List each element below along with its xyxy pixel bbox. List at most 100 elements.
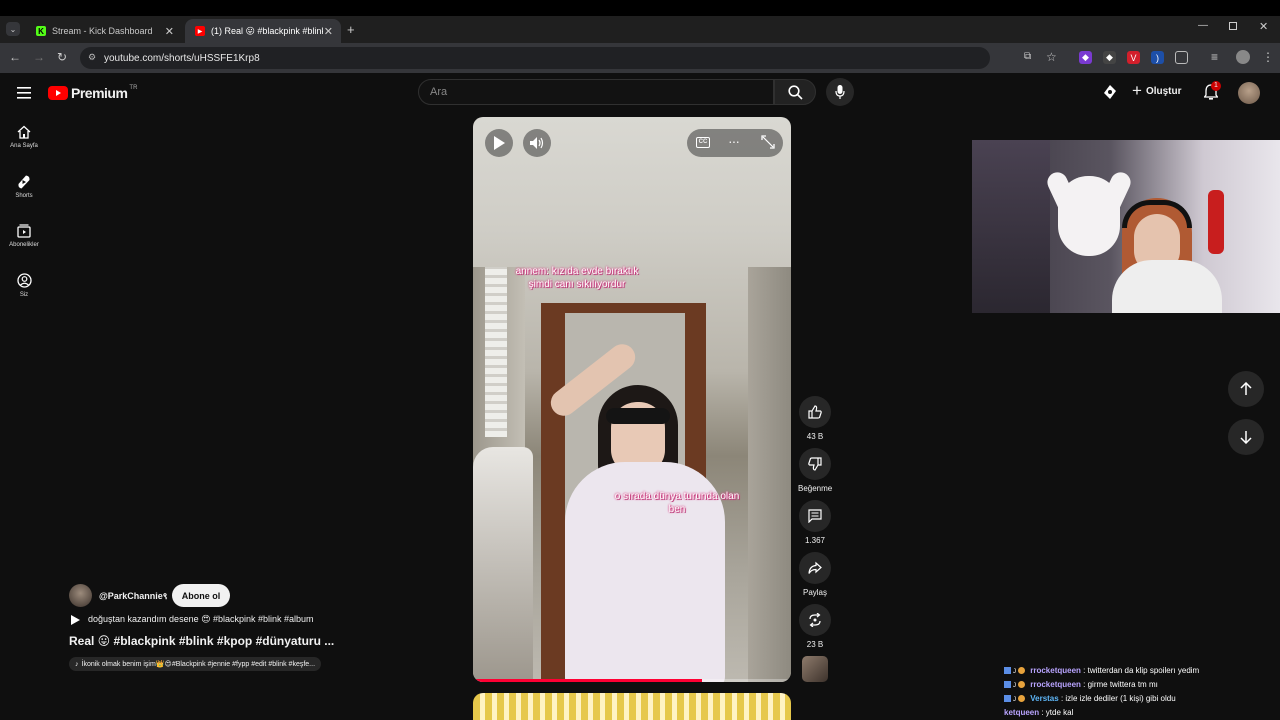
next-short-preview[interactable] <box>473 693 791 720</box>
youtube-logo[interactable]: Premium TR <box>48 85 137 101</box>
browser-tab-bar: ⌄ K Stream - Kick Dashboard ✕ ▶ (1) Real… <box>0 16 1280 43</box>
logo-text: Premium <box>71 85 128 101</box>
youtube-logo-icon <box>48 86 68 100</box>
minimize-icon[interactable]: — <box>1198 20 1208 31</box>
create-bolt-icon[interactable] <box>1103 85 1117 104</box>
sidebar-label: Ana Sayfa <box>10 143 38 149</box>
chat-text: : ytde kal <box>1041 708 1074 717</box>
more-options-icon[interactable]: ··· <box>728 133 740 149</box>
subscribe-button[interactable]: Abone ol <box>172 584 230 607</box>
tab-kick-dashboard[interactable]: K Stream - Kick Dashboard ✕ <box>26 19 182 43</box>
search-placeholder: Ara <box>430 86 448 98</box>
media-controls-icon[interactable]: ≡ <box>1211 50 1218 64</box>
shorts-video-player[interactable]: annem: kızıda evde bıraktık şimdi canı s… <box>473 117 791 682</box>
browser-toolbar: ← → ↻ ⚙ youtube.com/shorts/uHSSFE1Krp8 ⧉… <box>0 43 1280 73</box>
video-progress-track[interactable] <box>473 679 791 682</box>
extensions-puzzle-icon[interactable] <box>1175 51 1188 64</box>
extension-purple-icon[interactable]: ◆ <box>1079 51 1092 64</box>
sidebar-item-home[interactable]: Ana Sayfa <box>0 125 48 149</box>
sound-thumbnail[interactable] <box>802 656 828 682</box>
chat-badge-icon <box>1004 695 1011 703</box>
voice-search-button[interactable] <box>826 78 854 106</box>
chat-text: : izle izle dediler (1 kişi) gibi oldu <box>1060 694 1176 703</box>
create-button[interactable]: + Oluştur <box>1132 82 1182 99</box>
install-app-icon[interactable]: ⧉ <box>1024 51 1031 62</box>
sidebar-label: Siz <box>19 292 29 298</box>
sidebar-item-you[interactable]: Siz <box>0 273 48 298</box>
extension-diamond-icon[interactable]: ◆ <box>1103 51 1116 64</box>
play-small-icon <box>71 614 80 625</box>
address-bar[interactable]: ⚙ youtube.com/shorts/uHSSFE1Krp8 ⧉ <box>80 47 1031 69</box>
next-short-button[interactable] <box>1228 419 1264 455</box>
video-caption-mid: o sırada dünya turunda olan ben <box>585 490 769 516</box>
extension-audio-icon[interactable]: ) <box>1151 51 1164 64</box>
close-tab-icon[interactable]: ✕ <box>324 25 333 38</box>
dislike-label: Beğenme <box>798 484 833 493</box>
like-count: 43 B <box>806 432 824 441</box>
remix-button[interactable]: 23 B <box>798 604 832 649</box>
dislike-button[interactable]: Beğenme <box>798 448 832 493</box>
volume-icon <box>530 137 544 149</box>
sidebar-label: Shorts <box>15 193 33 199</box>
caption-line: o sırada dünya turunda olan <box>614 491 740 502</box>
towel-radiator <box>485 267 507 437</box>
sidebar-item-shorts[interactable]: Shorts <box>0 175 48 199</box>
sidebar-item-subscriptions[interactable]: Abonelikler <box>0 224 48 248</box>
kick-icon: K <box>36 26 46 36</box>
search-icon <box>787 84 803 100</box>
new-tab-button[interactable]: + <box>347 22 355 37</box>
chat-badge-icon <box>1018 667 1025 675</box>
fullscreen-icon[interactable] <box>761 135 775 154</box>
screen-top-bar <box>0 0 1280 16</box>
short-title[interactable]: Real 😛 #blackpink #blink #kpop #dünyatur… <box>69 634 334 648</box>
search-input[interactable]: Ara <box>418 79 774 105</box>
browser-menu-icon[interactable]: ⋮ <box>1262 50 1274 64</box>
chat-badge-icon <box>1018 681 1025 689</box>
comment-icon <box>808 509 822 523</box>
forward-icon[interactable]: → <box>33 50 45 64</box>
audio-chip[interactable]: ♪ İkonik olmak benim işim👑😍#Blackpink #j… <box>69 657 322 671</box>
site-info-icon[interactable]: ⚙ <box>88 52 96 63</box>
thumbs-up-icon <box>808 405 822 419</box>
song-line: doğuştan kazandım desene 😍 #blackpink #b… <box>88 614 314 624</box>
audio-line: İkonik olmak benim işim👑😍#Blackpink #jen… <box>81 661 316 668</box>
channel-avatar[interactable] <box>69 584 92 607</box>
back-icon[interactable]: ← <box>9 50 21 64</box>
chat-user: ketqueen <box>1004 708 1040 717</box>
volume-button[interactable] <box>523 129 551 157</box>
close-window-icon[interactable]: ✕ <box>1259 20 1268 33</box>
account-avatar[interactable] <box>1238 82 1260 104</box>
restore-icon[interactable] <box>1229 22 1237 30</box>
search-button[interactable] <box>774 79 816 105</box>
comments-count: 1.367 <box>804 536 826 545</box>
caption-line: annem: kızıda evde bıraktık <box>515 266 639 277</box>
like-button[interactable]: 43 B <box>798 396 832 441</box>
reload-icon[interactable]: ↻ <box>57 50 67 64</box>
profile-avatar[interactable] <box>1236 50 1250 64</box>
share-icon <box>808 561 822 574</box>
hamburger-menu-icon[interactable] <box>17 86 31 104</box>
you-icon <box>16 273 32 288</box>
notifications-button[interactable]: 1 <box>1203 81 1221 105</box>
bookmark-star-icon[interactable]: ☆ <box>1046 50 1057 64</box>
chat-user: rrocketqueen <box>1030 680 1081 689</box>
tab-youtube-short[interactable]: ▶ (1) Real 😛 #blackpink #blink # ✕ <box>185 19 341 43</box>
remix-count: 23 B <box>806 640 824 649</box>
tab-list-button[interactable]: ⌄ <box>6 22 20 36</box>
captions-icon[interactable]: CC <box>696 137 710 148</box>
microphone-icon <box>835 85 845 99</box>
extension-v-icon[interactable]: V <box>1127 51 1140 64</box>
chat-message: J Verstas : izle izle dediler (1 kişi) g… <box>1004 694 1176 703</box>
share-button[interactable]: Paylaş <box>798 552 832 597</box>
tab-title: Stream - Kick Dashboard <box>52 26 153 36</box>
close-tab-icon[interactable]: ✕ <box>165 25 174 38</box>
song-row[interactable]: doğuştan kazandım desene 😍 #blackpink #b… <box>71 614 314 625</box>
thumbs-down-icon <box>808 457 822 471</box>
comments-button[interactable]: 1.367 <box>798 500 832 545</box>
previous-short-button[interactable] <box>1228 371 1264 407</box>
play-button[interactable] <box>485 129 513 157</box>
tab-title: (1) Real 😛 #blackpink #blink # <box>211 25 323 36</box>
channel-name[interactable]: @ParkChannie९ <box>99 589 167 602</box>
hanging-clothes <box>473 447 533 682</box>
play-icon <box>494 136 505 150</box>
